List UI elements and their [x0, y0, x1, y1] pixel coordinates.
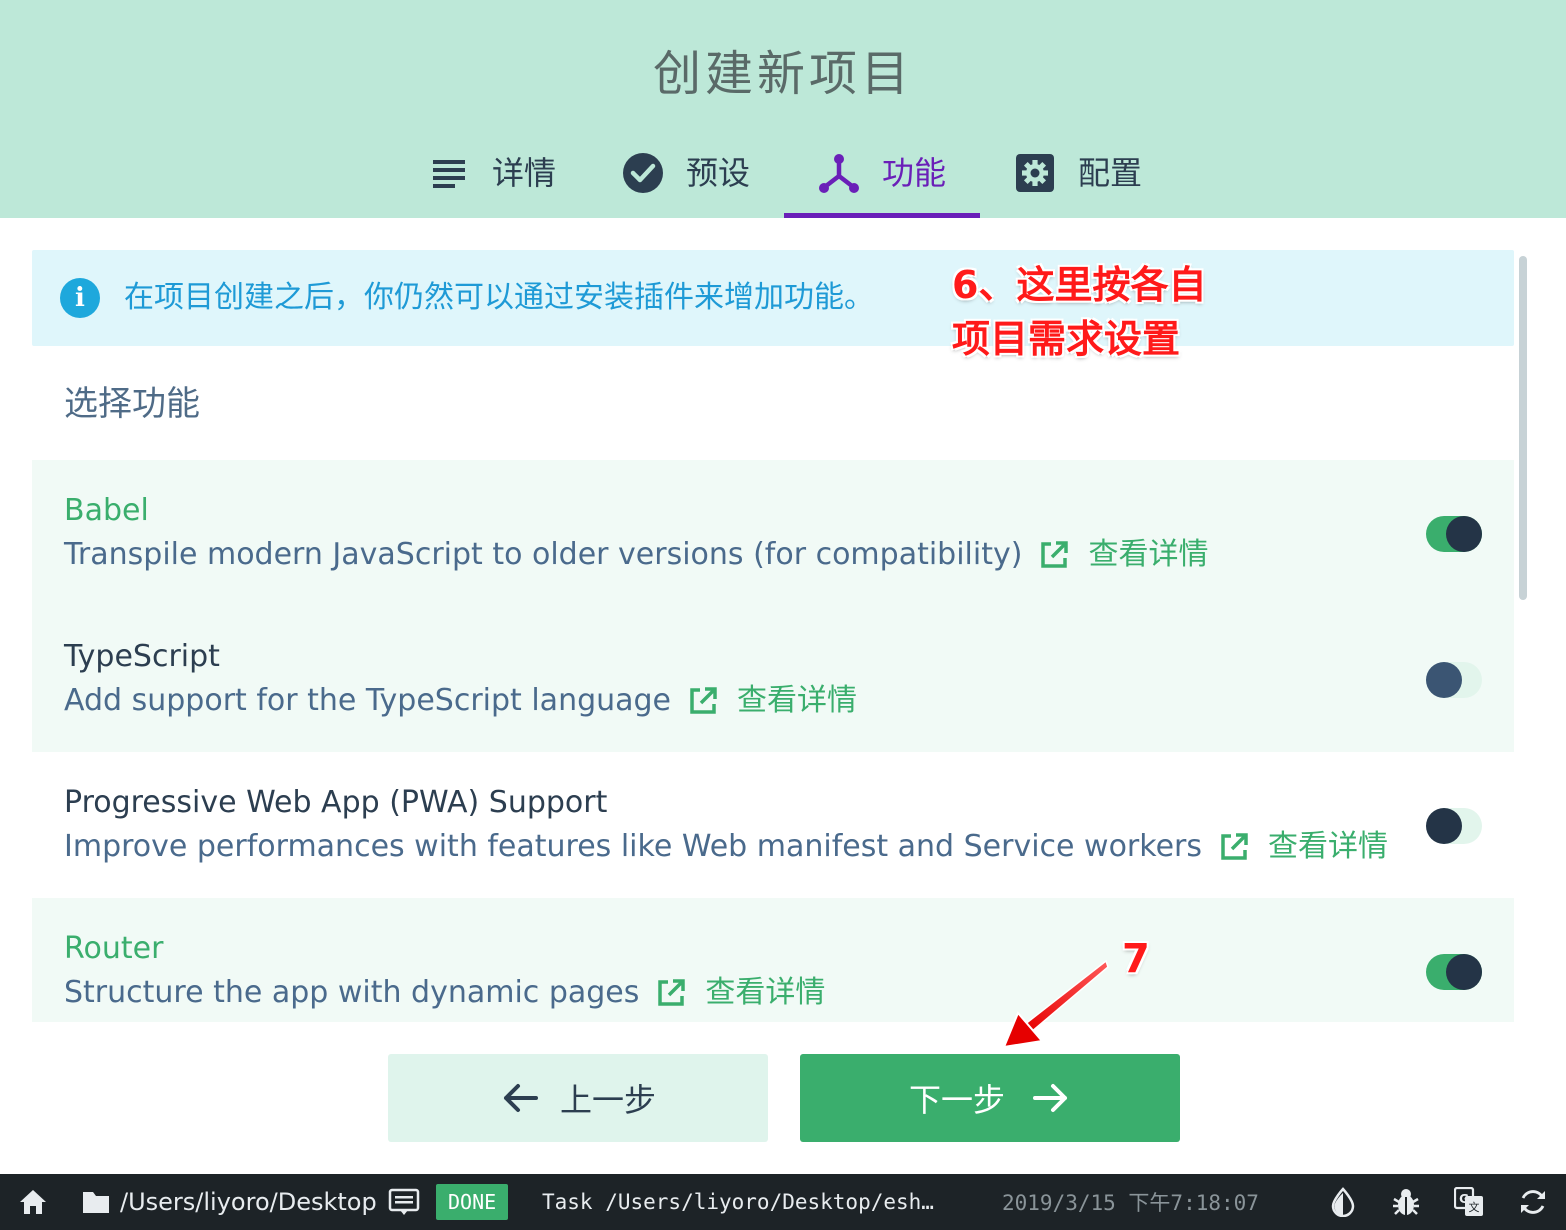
toggle-knob	[1446, 954, 1482, 990]
page-title: 创建新项目	[652, 46, 913, 102]
tab-features[interactable]: 功能	[818, 140, 946, 218]
console-icon[interactable]	[388, 1174, 420, 1230]
more-info-link[interactable]: 查看详情	[1268, 826, 1388, 868]
tab-label: 预设	[686, 154, 751, 192]
section-title: 选择功能	[64, 384, 200, 424]
arrow-left-icon	[500, 1078, 540, 1118]
toggle-knob	[1446, 516, 1482, 552]
feature-row-typescript[interactable]: TypeScript Add support for the TypeScrip…	[32, 606, 1514, 752]
active-tab-indicator	[784, 213, 980, 218]
current-path[interactable]: /Users/liyoro/Desktop	[120, 1174, 377, 1230]
step-tabs: 详情 预设 功能 配置	[0, 140, 1566, 218]
feature-description: Improve performances with features like …	[64, 826, 1388, 868]
feature-description: Transpile modern JavaScript to older ver…	[64, 534, 1208, 576]
scrollbar-thumb[interactable]	[1519, 256, 1527, 600]
folder-icon[interactable]	[82, 1174, 110, 1230]
app-root: 创建新项目 详情 预设 功能 配置 i 在项目创建之后，你仍然可以通过安装插件来…	[0, 0, 1566, 1230]
svg-text:文: 文	[1469, 1200, 1480, 1214]
feature-description-text: Improve performances with features like …	[64, 829, 1202, 864]
feature-description-text: Structure the app with dynamic pages	[64, 975, 640, 1010]
feature-row-babel[interactable]: Babel Transpile modern JavaScript to old…	[32, 460, 1514, 606]
more-info-link[interactable]: 查看详情	[1088, 534, 1208, 576]
toggle-knob	[1426, 808, 1462, 844]
task-timestamp: 2019/3/15 下午7:18:07	[1002, 1191, 1259, 1215]
svg-text:G: G	[1459, 1192, 1469, 1206]
more-info-link[interactable]: 查看详情	[737, 680, 857, 722]
arrow-right-icon	[1031, 1078, 1071, 1118]
tab-details[interactable]: 详情	[428, 140, 556, 218]
next-step-button[interactable]: 下一步	[800, 1054, 1180, 1142]
status-bar: /Users/liyoro/Desktop DONE Task /Users/l…	[0, 1174, 1566, 1230]
feature-toggle[interactable]	[1426, 662, 1482, 698]
gear-icon	[1014, 152, 1056, 194]
annotation-arrow	[1002, 959, 1109, 1049]
check-circle-icon	[622, 152, 664, 194]
external-link-icon[interactable]	[1038, 539, 1070, 571]
refresh-icon[interactable]	[1518, 1174, 1548, 1230]
feature-name: Babel	[64, 493, 149, 528]
tab-label: 详情	[492, 154, 557, 192]
annotation-step7: 7	[1122, 936, 1150, 982]
list-icon	[428, 152, 470, 194]
feature-name: TypeScript	[64, 639, 220, 674]
home-icon[interactable]	[18, 1174, 48, 1230]
feature-row-pwa[interactable]: Progressive Web App (PWA) Support Improv…	[32, 752, 1514, 898]
annotation-step6-line2: 项目需求设置	[952, 317, 1181, 361]
tab-config[interactable]: 配置	[1014, 140, 1142, 218]
fork-icon	[818, 152, 860, 194]
feature-description: Add support for the TypeScript language …	[64, 680, 857, 722]
feature-toggle[interactable]	[1426, 808, 1482, 844]
feature-description-text: Transpile modern JavaScript to older ver…	[64, 537, 1023, 572]
info-icon: i	[60, 278, 100, 318]
feature-toggle[interactable]	[1426, 954, 1482, 990]
annotation-step6: 6、这里按各自 项目需求设置	[952, 258, 1206, 366]
external-link-icon[interactable]	[655, 977, 687, 1009]
header: 创建新项目 详情 预设 功能 配置	[0, 0, 1566, 218]
info-text: 在项目创建之后，你仍然可以通过安装插件来增加功能。	[124, 280, 874, 315]
task-status-badge: DONE	[436, 1184, 509, 1220]
tab-label: 功能	[882, 154, 947, 192]
feature-description: Structure the app with dynamic pages 查看详…	[64, 972, 825, 1014]
previous-step-button[interactable]: 上一步	[388, 1054, 768, 1142]
more-info-link[interactable]: 查看详情	[705, 972, 825, 1014]
previous-step-label: 上一步	[559, 1081, 656, 1119]
feature-description-text: Add support for the TypeScript language	[64, 683, 672, 718]
annotation-step6-line1: 6、这里按各自	[952, 263, 1207, 307]
tab-presets[interactable]: 预设	[622, 140, 750, 218]
task-status-container: DONE	[436, 1174, 509, 1230]
external-link-icon[interactable]	[1218, 831, 1250, 863]
task-info[interactable]: Task /Users/liyoro/Desktop/esh…	[542, 1174, 934, 1230]
external-link-icon[interactable]	[687, 685, 719, 717]
toggle-knob	[1426, 662, 1462, 698]
theme-drop-icon[interactable]	[1330, 1174, 1356, 1230]
info-banner: i 在项目创建之后，你仍然可以通过安装插件来增加功能。	[32, 250, 1514, 346]
feature-toggle[interactable]	[1426, 516, 1482, 552]
feature-row-router[interactable]: Router Structure the app with dynamic pa…	[32, 898, 1514, 1022]
next-step-label: 下一步	[908, 1081, 1005, 1119]
translate-icon[interactable]: G文	[1454, 1174, 1484, 1230]
feature-name: Router	[64, 931, 164, 966]
bug-icon[interactable]	[1392, 1174, 1420, 1230]
tab-label: 配置	[1078, 154, 1143, 192]
feature-name: Progressive Web App (PWA) Support	[64, 785, 608, 820]
